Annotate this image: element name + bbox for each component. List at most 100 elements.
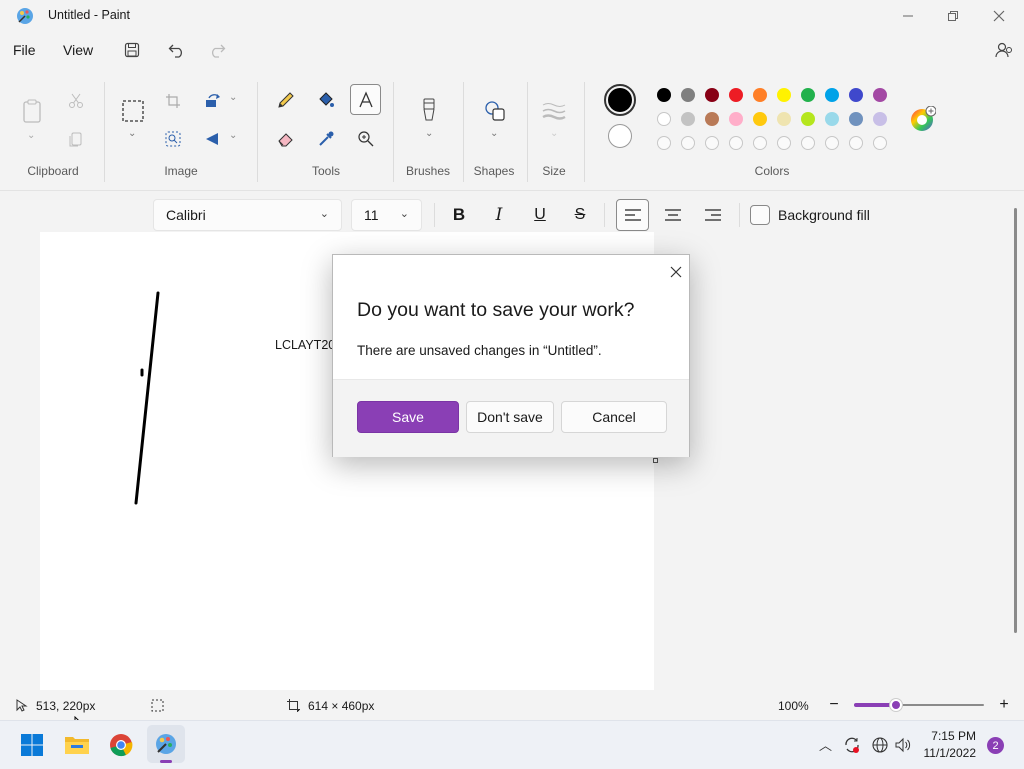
- custom-color-slot[interactable]: [753, 136, 767, 150]
- color-swatch[interactable]: [753, 112, 767, 126]
- dialog-close-button[interactable]: [665, 261, 687, 283]
- network-globe-icon[interactable]: [871, 736, 889, 754]
- file-explorer-button[interactable]: [61, 729, 93, 761]
- flip-dropdown-icon[interactable]: ⌄: [229, 130, 237, 141]
- paste-button[interactable]: [20, 98, 44, 124]
- start-button[interactable]: [16, 729, 48, 761]
- fill-tool-button[interactable]: [314, 88, 338, 112]
- save-quick-button[interactable]: [121, 39, 143, 61]
- color-swatch[interactable]: [825, 112, 839, 126]
- align-left-button[interactable]: [616, 199, 649, 231]
- strikethrough-button[interactable]: S: [566, 203, 594, 227]
- custom-color-slot[interactable]: [825, 136, 839, 150]
- crop-button[interactable]: [162, 90, 184, 112]
- custom-color-slot[interactable]: [873, 136, 887, 150]
- color-swatch[interactable]: [729, 88, 743, 102]
- rotate-button[interactable]: [202, 90, 224, 112]
- save-button[interactable]: Save: [357, 401, 459, 433]
- edit-colors-button[interactable]: [910, 105, 937, 132]
- custom-color-slot[interactable]: [657, 136, 671, 150]
- color-swatch[interactable]: [825, 88, 839, 102]
- select-dropdown-icon[interactable]: ⌄: [128, 128, 136, 139]
- menu-file[interactable]: File: [13, 42, 36, 58]
- custom-color-slot[interactable]: [801, 136, 815, 150]
- color-swatch[interactable]: [777, 88, 791, 102]
- paint-taskbar-button[interactable]: [147, 725, 185, 763]
- color-swatch[interactable]: [681, 88, 695, 102]
- shapes-dropdown-icon[interactable]: ⌄: [490, 128, 498, 139]
- custom-color-slot[interactable]: [849, 136, 863, 150]
- notification-badge[interactable]: 2: [987, 737, 1004, 754]
- bold-button[interactable]: B: [445, 203, 473, 227]
- zoom-slider-thumb[interactable]: [889, 699, 902, 711]
- paint-bucket-icon: [319, 92, 334, 107]
- custom-color-slot[interactable]: [705, 136, 719, 150]
- menu-view[interactable]: View: [63, 42, 93, 58]
- rotate-dropdown-icon[interactable]: ⌄: [229, 92, 237, 103]
- size-button[interactable]: [541, 98, 567, 124]
- color-swatch[interactable]: [705, 88, 719, 102]
- color-swatch[interactable]: [753, 88, 767, 102]
- brushes-button[interactable]: [416, 97, 442, 125]
- text-tool-button[interactable]: [350, 84, 381, 115]
- color-swatch[interactable]: [801, 88, 815, 102]
- color-swatch[interactable]: [873, 112, 887, 126]
- close-button[interactable]: [976, 0, 1022, 32]
- zoom-in-button[interactable]: +: [995, 696, 1013, 714]
- color-swatch[interactable]: [849, 88, 863, 102]
- show-hidden-icons-button[interactable]: ︿: [819, 735, 832, 754]
- account-button[interactable]: [993, 39, 1015, 61]
- vertical-scrollbar[interactable]: [1014, 208, 1017, 633]
- custom-color-slot[interactable]: [729, 136, 743, 150]
- custom-color-slot[interactable]: [681, 136, 695, 150]
- primary-color-button[interactable]: [604, 84, 636, 116]
- image-search-button[interactable]: [162, 128, 184, 150]
- select-button[interactable]: [120, 98, 146, 124]
- undo-button[interactable]: [166, 39, 188, 61]
- secondary-color-button[interactable]: [608, 124, 632, 148]
- shapes-button[interactable]: [482, 98, 508, 124]
- dont-save-button[interactable]: Don't save: [466, 401, 554, 433]
- underline-button[interactable]: U: [526, 203, 554, 227]
- eraser-tool-button[interactable]: [274, 127, 298, 151]
- color-picker-button[interactable]: [314, 127, 338, 151]
- font-family-select[interactable]: Calibri ⌄: [153, 199, 342, 231]
- magnifier-button[interactable]: [354, 127, 378, 151]
- italic-button[interactable]: I: [485, 203, 513, 227]
- align-right-button[interactable]: [699, 203, 727, 227]
- color-swatch[interactable]: [657, 112, 671, 126]
- canvas-resize-handle[interactable]: [653, 458, 658, 463]
- clock-date[interactable]: 11/1/2022: [920, 746, 977, 760]
- toolbar-divider: [604, 203, 605, 227]
- restore-button[interactable]: [930, 0, 976, 32]
- color-swatch[interactable]: [777, 112, 791, 126]
- minimize-button[interactable]: [885, 0, 931, 32]
- cancel-button[interactable]: Cancel: [561, 401, 667, 433]
- zoom-out-button[interactable]: −: [825, 696, 843, 714]
- clock-time[interactable]: 7:15 PM: [930, 729, 976, 743]
- chrome-button[interactable]: [105, 729, 137, 761]
- flip-button[interactable]: [202, 128, 224, 150]
- color-swatch[interactable]: [681, 112, 695, 126]
- color-swatch[interactable]: [705, 112, 719, 126]
- align-center-button[interactable]: [659, 203, 687, 227]
- size-dropdown-icon[interactable]: ⌄: [550, 128, 558, 139]
- brushes-dropdown-icon[interactable]: ⌄: [425, 128, 433, 139]
- copy-button[interactable]: [65, 128, 87, 150]
- color-swatch[interactable]: [657, 88, 671, 102]
- color-swatch[interactable]: [729, 112, 743, 126]
- custom-color-slot[interactable]: [777, 136, 791, 150]
- volume-icon[interactable]: [894, 736, 912, 754]
- pencil-tool-button[interactable]: [274, 88, 298, 112]
- paste-dropdown-icon[interactable]: ⌄: [27, 130, 35, 141]
- background-fill-checkbox[interactable]: [750, 205, 770, 225]
- color-swatch[interactable]: [849, 112, 863, 126]
- cut-button[interactable]: [65, 90, 87, 112]
- scissors-icon: [69, 93, 83, 108]
- zoom-slider-track[interactable]: [854, 699, 984, 711]
- color-swatch[interactable]: [873, 88, 887, 102]
- font-size-select[interactable]: 11 ⌄: [351, 199, 422, 231]
- sync-icon[interactable]: [843, 736, 861, 754]
- redo-button[interactable]: [206, 39, 228, 61]
- color-swatch[interactable]: [801, 112, 815, 126]
